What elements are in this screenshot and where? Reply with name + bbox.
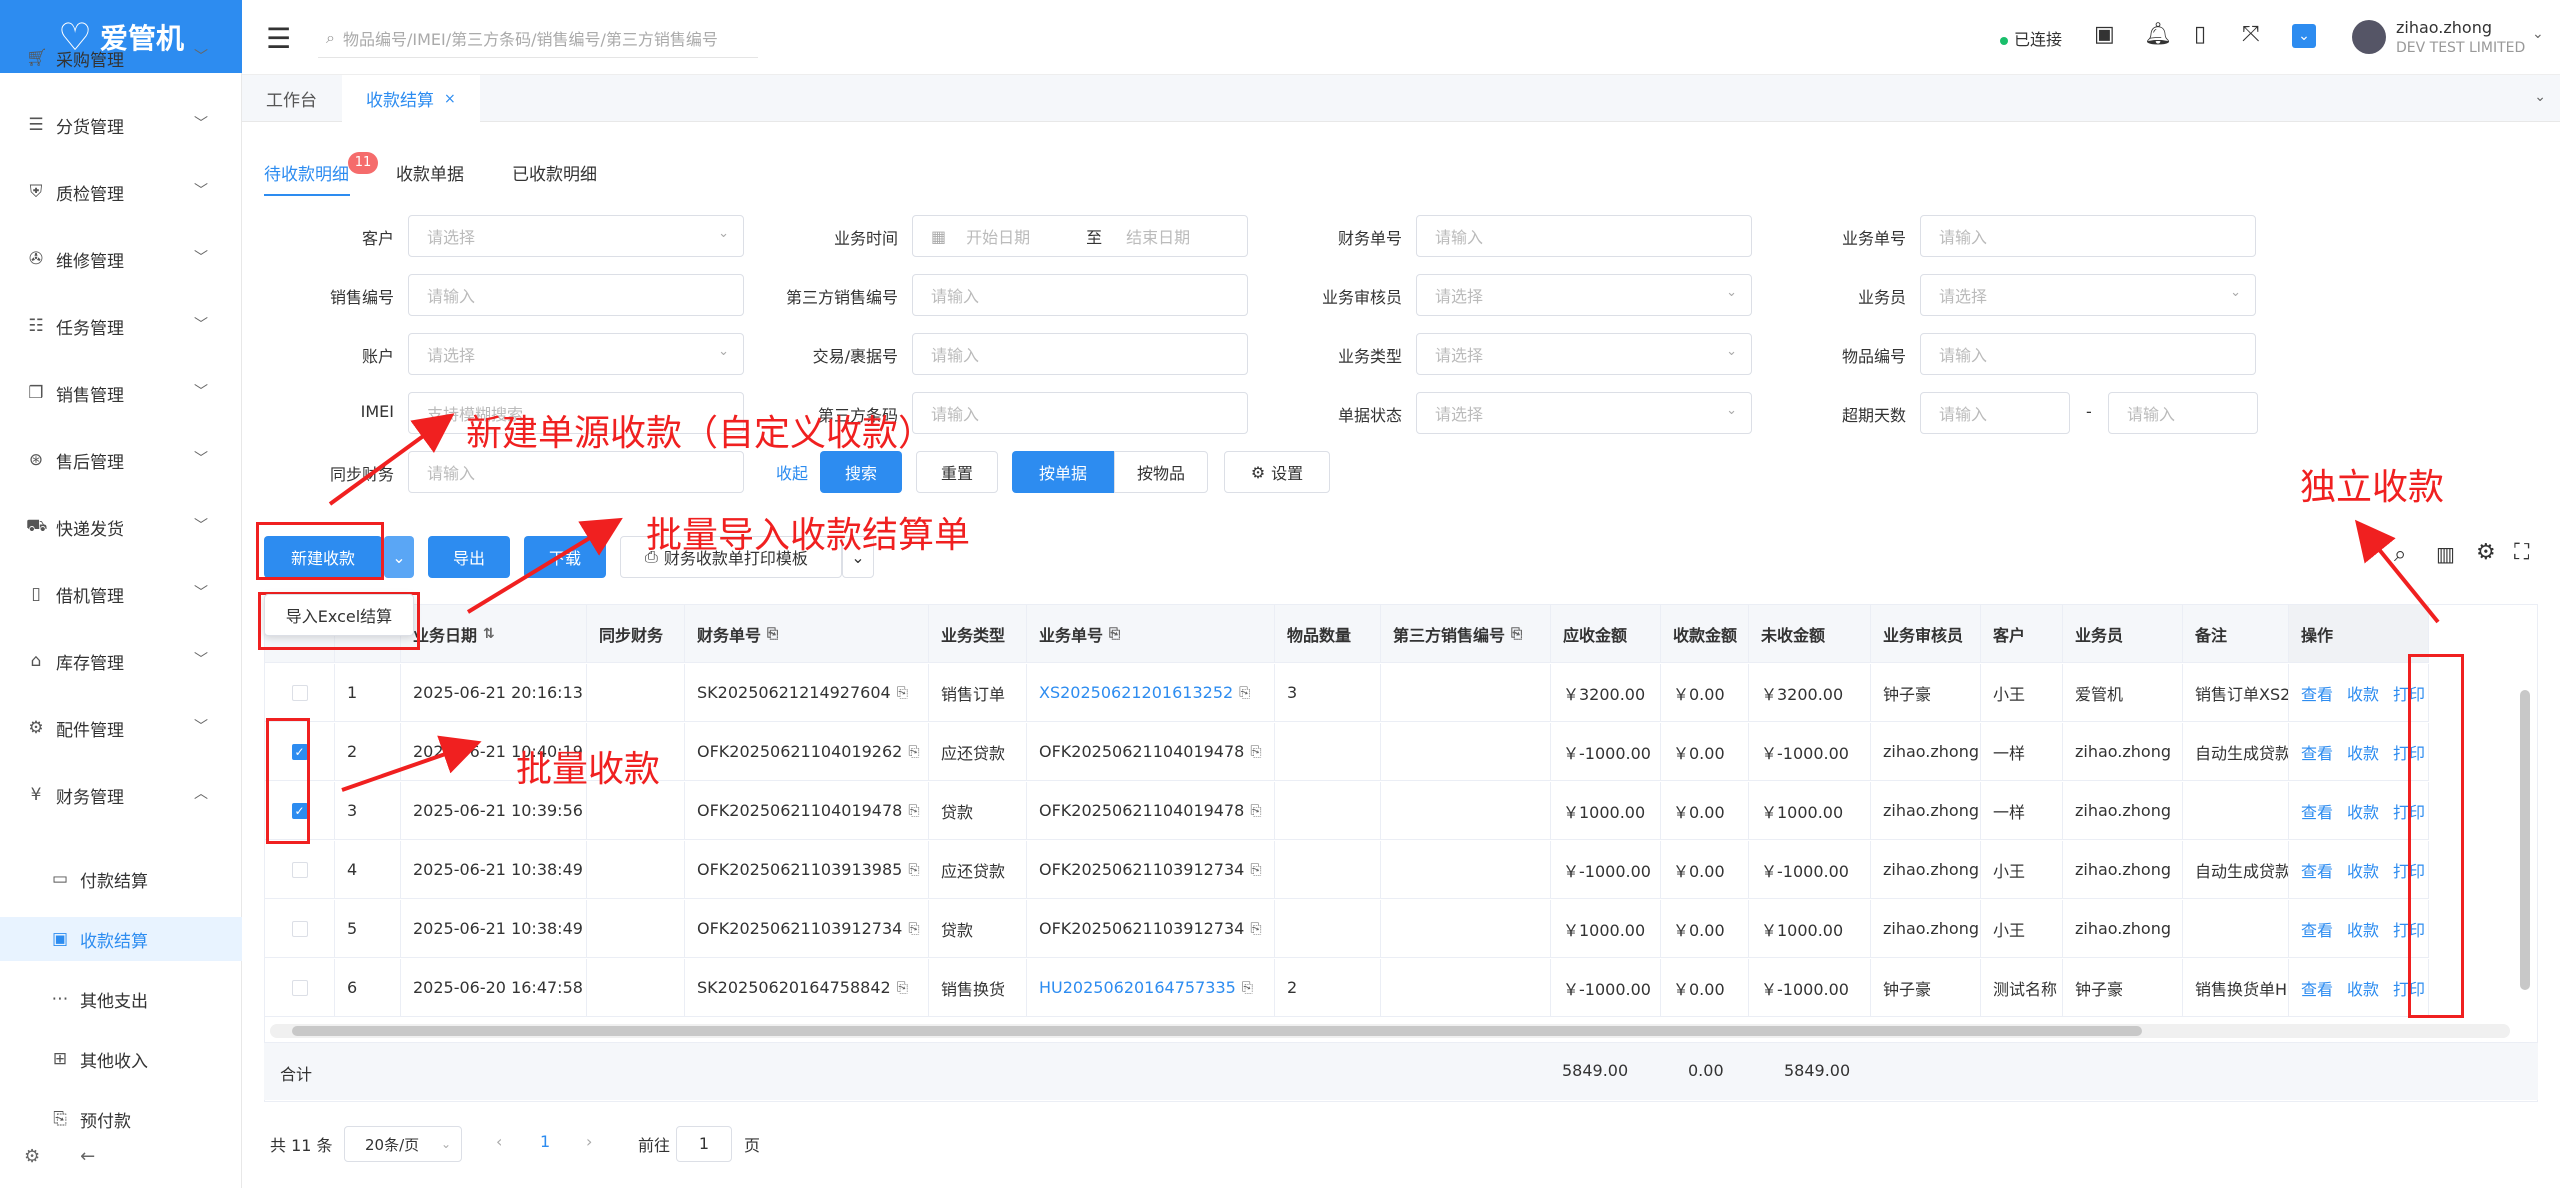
annotation-new-single: 新建单源收款（自定义收款） (466, 413, 935, 454)
annotation-single-receive: 独立收款 (2300, 467, 2445, 508)
annotation-batch-import: 批量导入收款结算单 (646, 515, 971, 556)
highlight-receive-column (2408, 654, 2464, 1018)
highlight-new-button (256, 522, 384, 580)
import-excel-menu-item[interactable]: 导入Excel结算 (264, 594, 414, 636)
annotation-batch-receive: 批量收款 (516, 749, 661, 790)
highlight-checkboxes (266, 718, 310, 844)
